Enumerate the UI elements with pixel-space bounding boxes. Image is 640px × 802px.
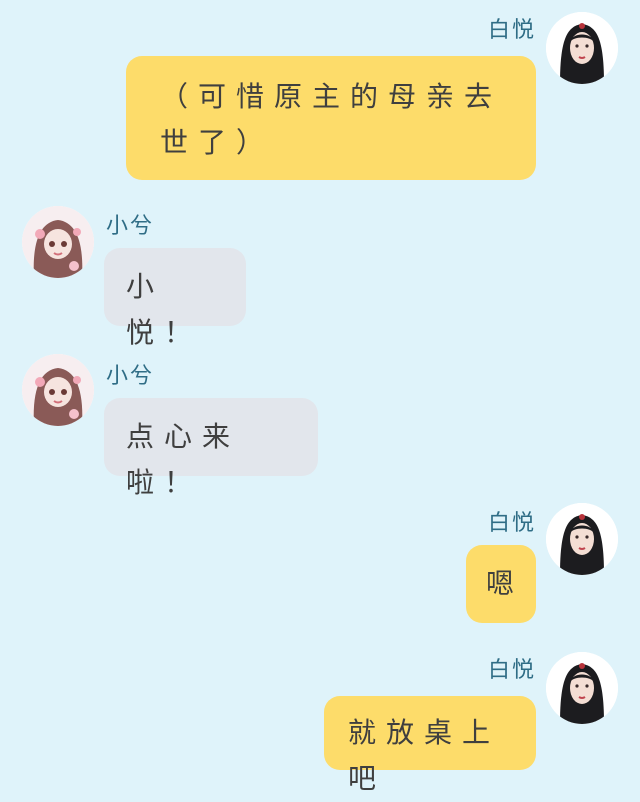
- message-text: 小悦！: [126, 270, 203, 349]
- message-text: 就放桌上吧: [348, 716, 501, 795]
- message-row: 小兮 小悦！: [0, 190, 640, 349]
- sender-name: 白悦: [487, 658, 536, 683]
- avatar-baiyue-icon[interactable]: [546, 12, 618, 84]
- avatar-baiyue-icon[interactable]: [546, 652, 618, 724]
- sender-name: 白悦: [487, 18, 536, 43]
- message-text: 嗯: [486, 567, 525, 600]
- message-text: （可惜原主的母亲去世了）: [160, 80, 503, 159]
- message-text: 点心来啦！: [126, 420, 241, 499]
- sender-name: 小兮: [106, 364, 155, 389]
- message-bubble[interactable]: （可惜原主的母亲去世了）: [126, 56, 536, 180]
- message-row: 白悦 就放桌上吧: [0, 640, 640, 795]
- avatar-xiaoxi-icon[interactable]: [22, 206, 94, 278]
- chat-view: 白悦 （可惜原主的母亲去世了） 小兮 小悦！ 小兮 点心来啦！ 白悦 嗯 白悦 …: [0, 0, 640, 795]
- message-row: 白悦 （可惜原主的母亲去世了）: [0, 0, 640, 190]
- message-bubble[interactable]: 嗯: [466, 545, 536, 623]
- avatar-baiyue-icon[interactable]: [546, 503, 618, 575]
- message-row: 白悦 嗯: [0, 495, 640, 635]
- avatar-xiaoxi-icon[interactable]: [22, 354, 94, 426]
- message-bubble[interactable]: 就放桌上吧: [324, 696, 536, 795]
- message-row: 小兮 点心来啦！: [0, 340, 640, 499]
- sender-name: 白悦: [487, 511, 536, 536]
- message-bubble[interactable]: 点心来啦！: [104, 398, 318, 499]
- sender-name: 小兮: [106, 214, 155, 239]
- message-bubble[interactable]: 小悦！: [104, 248, 246, 349]
